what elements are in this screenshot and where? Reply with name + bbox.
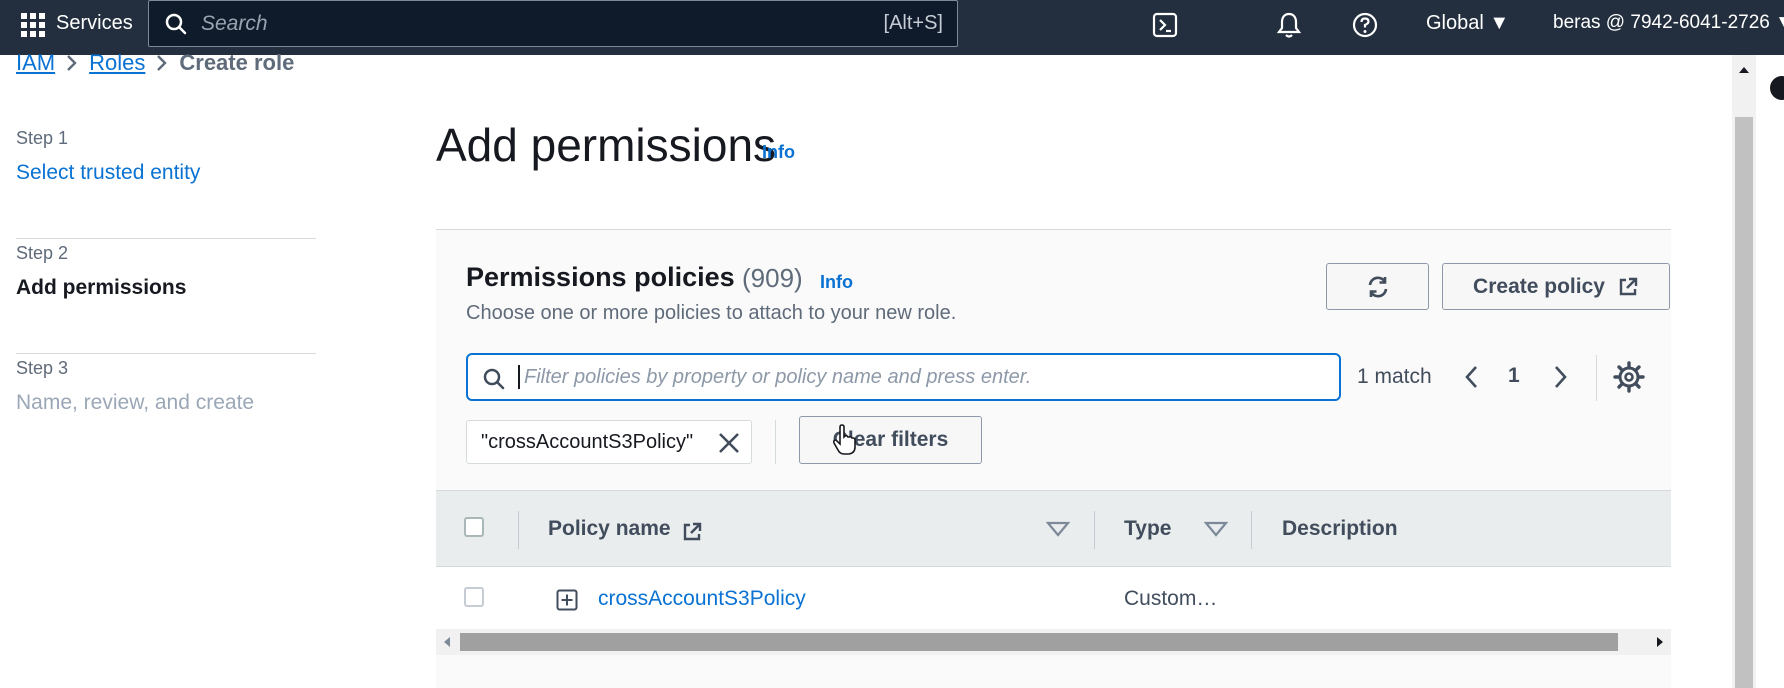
search-shortcut-hint: [Alt+S]: [883, 12, 943, 34]
external-link-icon: [1619, 277, 1638, 295]
refresh-icon: [1368, 276, 1387, 297]
policy-type-cell: Custom…: [1124, 587, 1218, 610]
chevron-left-icon[interactable]: [1460, 362, 1484, 392]
vertical-scrollbar[interactable]: [1732, 55, 1756, 688]
services-grid-icon[interactable]: [20, 12, 46, 38]
hand-cursor-icon: [832, 424, 856, 455]
notifications-bell-icon[interactable]: [1274, 10, 1304, 40]
table-header: Policy name Type Description: [436, 490, 1671, 567]
breadcrumb-iam[interactable]: IAM: [16, 50, 55, 76]
policy-filter-input[interactable]: Filter policies by property or policy na…: [466, 353, 1341, 401]
step-disabled-name-review-create: Name, review, and create: [16, 391, 255, 414]
page-title: Add permissions: [436, 119, 777, 171]
global-search-input[interactable]: Search [Alt+S]: [148, 0, 958, 47]
policy-name-link[interactable]: crossAccountS3Policy: [598, 587, 806, 611]
scroll-left-arrow-icon[interactable]: [442, 636, 452, 648]
account-menu[interactable]: beras @ 7942-6041-2726 ▼: [1553, 12, 1784, 34]
match-count: 1 match: [1357, 365, 1432, 388]
horizontal-scrollbar[interactable]: [436, 629, 1671, 655]
search-placeholder: Search: [201, 12, 268, 35]
table-row: crossAccountS3Policy Custom…: [436, 567, 1671, 629]
divider: [775, 420, 776, 464]
panel-description: Choose one or more policies to attach to…: [466, 302, 957, 324]
step-number: Step 1: [16, 128, 69, 148]
policy-count: (909): [742, 263, 803, 293]
gear-icon[interactable]: [1612, 360, 1646, 394]
create-policy-button[interactable]: Create policy: [1442, 263, 1670, 310]
refresh-button[interactable]: [1326, 263, 1429, 310]
panel-edge-icon[interactable]: [1770, 76, 1784, 100]
chevron-right-icon[interactable]: [1548, 362, 1572, 392]
panel-info-link[interactable]: Info: [820, 272, 853, 293]
help-icon[interactable]: [1350, 10, 1380, 40]
scroll-right-arrow-icon[interactable]: [1655, 636, 1665, 648]
column-divider: [518, 511, 519, 549]
step-current-add-permissions: Add permissions: [16, 276, 187, 299]
top-navigation: Services Search [Alt+S] Global ▼ beras @…: [0, 0, 1784, 55]
wizard-steps: Step 1 Select trusted entity Step 2 Add …: [16, 124, 316, 469]
filter-token-label: "crossAccountS3Policy": [481, 431, 694, 453]
scrollbar-thumb[interactable]: [460, 633, 1618, 651]
chevron-right-icon: [67, 55, 77, 71]
expand-plus-icon[interactable]: [556, 589, 578, 611]
select-all-checkbox[interactable]: [464, 517, 484, 537]
column-divider: [1094, 511, 1095, 549]
panel-title: Permissions policies: [466, 262, 735, 292]
breadcrumb: IAM Roles Create role: [16, 50, 294, 76]
search-icon: [165, 13, 187, 35]
column-divider: [1251, 511, 1252, 549]
divider: [1596, 355, 1597, 401]
region-selector[interactable]: Global ▼: [1426, 12, 1509, 35]
step-3: Step 3 Name, review, and create: [16, 354, 316, 469]
column-header-policy-name[interactable]: Policy name: [548, 517, 671, 541]
search-icon: [483, 368, 505, 390]
column-header-description[interactable]: Description: [1282, 517, 1398, 541]
step-1: Step 1 Select trusted entity: [16, 124, 316, 239]
sort-caret-down-icon[interactable]: [1204, 519, 1228, 539]
clear-filters-button[interactable]: Clear filters: [799, 416, 982, 464]
step-link-select-trusted-entity[interactable]: Select trusted entity: [16, 161, 316, 185]
scroll-up-arrow-icon[interactable]: [1738, 65, 1750, 75]
current-page-number[interactable]: 1: [1508, 364, 1520, 388]
cloudshell-icon[interactable]: [1150, 10, 1180, 40]
text-caret: [518, 365, 520, 389]
step-number: Step 2: [16, 243, 69, 263]
chevron-right-icon: [157, 55, 168, 71]
step-number: Step 3: [16, 358, 69, 378]
filter-token: "crossAccountS3Policy": [466, 420, 752, 464]
sort-caret-down-icon[interactable]: [1046, 519, 1070, 539]
close-icon[interactable]: [717, 431, 741, 455]
external-link-icon: [683, 522, 702, 541]
step-2: Step 2 Add permissions: [16, 239, 316, 354]
services-menu-button[interactable]: Services: [56, 12, 133, 35]
permissions-policies-panel: Permissions policies (909) Info Choose o…: [436, 230, 1671, 688]
row-checkbox[interactable]: [464, 587, 484, 607]
breadcrumb-create-role: Create role: [179, 50, 295, 75]
filter-placeholder: Filter policies by property or policy na…: [524, 366, 1032, 388]
create-policy-label: Create policy: [1473, 274, 1605, 298]
page-info-link[interactable]: Info: [762, 142, 795, 163]
scrollbar-thumb[interactable]: [1735, 117, 1753, 688]
column-header-type[interactable]: Type: [1124, 517, 1171, 541]
breadcrumb-roles[interactable]: Roles: [89, 50, 145, 76]
